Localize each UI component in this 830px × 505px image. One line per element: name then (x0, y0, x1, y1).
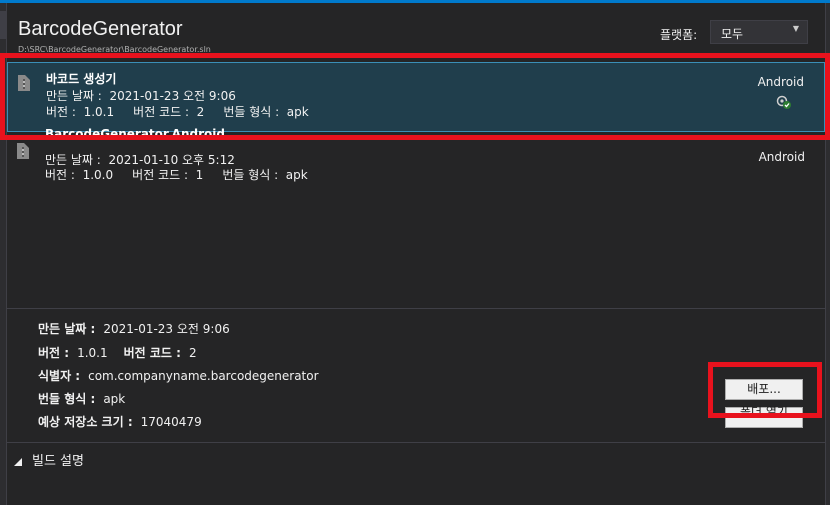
build-notes-section[interactable]: 빌드 설명 (14, 450, 84, 469)
version-label: 버전 : (38, 346, 70, 360)
platform-label: 플랫폼: (660, 28, 698, 42)
storage-size-label: 예상 저장소 크기 : (38, 415, 133, 429)
expand-triangle-icon (14, 457, 22, 466)
bundle-format-value: apk (103, 392, 126, 406)
archive-created: 만든 날짜 : 2021-01-23 오전 9:06 (46, 89, 236, 103)
version-value: 1.0.1 (77, 346, 108, 360)
created-value: 2021-01-23 오전 9:06 (103, 322, 230, 336)
archive-file-icon (17, 143, 29, 159)
archive-name: 바코드 생성기 (46, 72, 117, 86)
chevron-down-icon: ▼ (792, 24, 799, 33)
build-notes-label: 빌드 설명 (32, 454, 84, 469)
identifier-value: com.companyname.barcodegenerator (88, 369, 319, 383)
storage-size-value: 17040479 (140, 415, 202, 429)
android-build-icon (776, 95, 791, 109)
version-code-label: 버전 코드 : (123, 346, 181, 360)
divider (7, 442, 825, 443)
archive-platform: Android (758, 150, 805, 164)
identifier-label: 식별자 : (38, 369, 81, 383)
created-label: 만든 날짜 : (38, 322, 96, 336)
bundle-format-label: 번들 형식 : (38, 392, 96, 406)
left-frame-tab[interactable] (0, 11, 6, 39)
divider (7, 308, 825, 309)
archive-file-icon (18, 75, 30, 91)
archive-name: BarcodeGenerator.Android (45, 127, 225, 141)
archive-platform: Android (757, 75, 804, 89)
solution-path: D:\SRC\BarcodeGenerator\BarcodeGenerator… (18, 45, 211, 52)
right-frame (825, 3, 830, 505)
archive-item-selected[interactable]: 바코드 생성기 만든 날짜 : 2021-01-23 오전 9:06 버전 : … (7, 62, 825, 132)
archive-version-info: 버전 : 1.0.0 버전 코드 : 1 번들 형식 : apk (45, 168, 308, 182)
open-folder-button[interactable]: 폴더 열기 (725, 405, 803, 428)
archive-list: 바코드 생성기 만든 날짜 : 2021-01-23 오전 9:06 버전 : … (7, 60, 825, 308)
page-title: BarcodeGenerator (18, 18, 183, 40)
open-folder-button-label: 폴더 열기 (740, 405, 788, 419)
platform-dropdown[interactable]: 모두 ▼ (710, 20, 808, 44)
platform-selected-value: 모두 (721, 27, 744, 41)
archive-version-info: 버전 : 1.0.1 버전 코드 : 2 번들 형식 : apk (46, 105, 309, 119)
version-code-value: 2 (188, 346, 197, 360)
window-accent-bar (0, 0, 830, 3)
deploy-button[interactable]: 배포... (725, 379, 803, 400)
left-frame (0, 3, 7, 505)
archive-item[interactable]: BarcodeGenerator.Android 만든 날짜 : 2021-01… (7, 127, 825, 203)
